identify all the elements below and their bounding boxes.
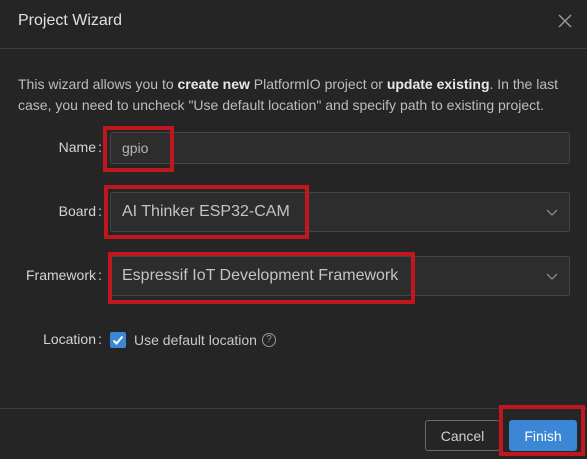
close-icon (558, 14, 572, 28)
use-default-location-checkbox[interactable] (110, 332, 126, 348)
cancel-button[interactable]: Cancel (425, 420, 500, 451)
close-button[interactable] (557, 13, 573, 29)
dialog-header: Project Wizard (0, 0, 587, 49)
intro-text: This wizard allows you to create new Pla… (18, 76, 558, 113)
name-colon: : (98, 139, 102, 155)
board-select-value: AI Thinker ESP32-CAM (122, 203, 290, 220)
location-label: Location (43, 331, 96, 347)
dialog-body: This wizard allows you to create new Pla… (0, 49, 587, 408)
board-select[interactable]: AI Thinker ESP32-CAM (110, 192, 570, 232)
framework-colon: : (98, 267, 102, 283)
location-colon: : (98, 331, 102, 347)
dialog-footer: Cancel Finish (0, 405, 587, 459)
finish-button[interactable]: Finish (509, 420, 577, 451)
project-wizard-dialog: Project Wizard This wizard allows you to… (0, 0, 587, 459)
framework-select[interactable]: Espressif IoT Development Framework (110, 256, 570, 296)
use-default-location-label[interactable]: Use default location (134, 332, 257, 348)
chevron-down-icon (546, 273, 558, 280)
name-input-value: gpio (122, 140, 149, 156)
name-label: Name (58, 139, 96, 155)
name-input[interactable]: gpio (110, 132, 570, 164)
dialog-title: Project Wizard (18, 12, 123, 29)
framework-select-value: Espressif IoT Development Framework (122, 267, 399, 284)
help-icon[interactable]: ? (262, 333, 276, 347)
checkmark-icon (112, 335, 124, 345)
board-label: Board (58, 203, 96, 219)
framework-label: Framework (25, 267, 96, 283)
chevron-down-icon (546, 209, 558, 216)
board-colon: : (98, 203, 102, 219)
